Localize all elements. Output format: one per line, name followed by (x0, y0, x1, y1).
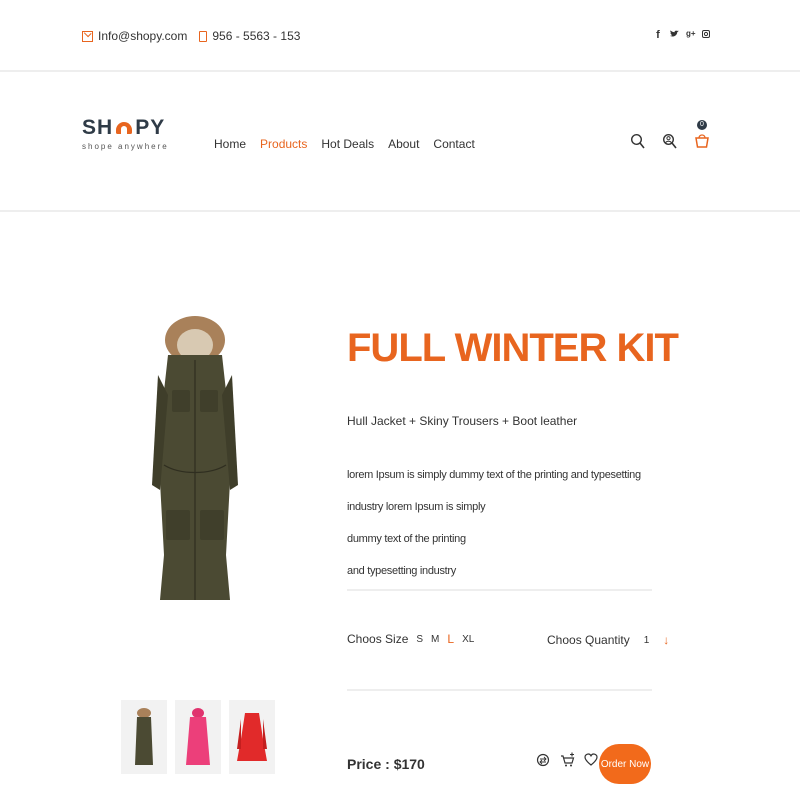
email-link[interactable]: Info@shopy.com (98, 29, 187, 43)
logo-text-right: PY (135, 116, 166, 139)
contact-info: Info@shopy.com 956 - 5563 - 153 (82, 29, 300, 43)
size-option-l[interactable]: L (447, 632, 454, 646)
product-thumbnails (121, 700, 275, 774)
divider (347, 689, 652, 691)
nav-home[interactable]: Home (214, 137, 246, 151)
facebook-icon[interactable]: f (654, 29, 662, 41)
nav-products[interactable]: Products (260, 137, 307, 151)
size-label: Choos Size (347, 632, 409, 646)
main-nav: Home Products Hot Deals About Contact (214, 137, 475, 151)
size-option-s[interactable]: S (416, 634, 423, 645)
wishlist-heart-icon[interactable] (584, 752, 598, 768)
thumbnail-red-coat[interactable] (229, 700, 275, 774)
quantity-value[interactable]: 1 (644, 635, 650, 646)
description-line: and typesetting industry (347, 565, 456, 577)
search-icon[interactable] (630, 132, 646, 150)
logo-text-left: SH (82, 116, 114, 139)
user-search-icon[interactable] (662, 132, 678, 150)
nav-hot-deals[interactable]: Hot Deals (321, 137, 374, 151)
cart-count-badge: 0 (697, 120, 707, 130)
add-to-cart-icon[interactable] (560, 752, 575, 768)
thumbnail-olive-parka[interactable] (121, 700, 167, 774)
compare-icon[interactable] (536, 752, 550, 768)
google-plus-icon[interactable]: g+ (686, 29, 696, 41)
divider (347, 589, 652, 591)
logo-hat-icon (114, 121, 134, 135)
size-option-m[interactable]: M (431, 634, 439, 645)
size-selector: Choos Size S M L XL (347, 632, 474, 646)
header-icons: 0 (630, 120, 710, 150)
logo-tagline: shope anywhere (82, 142, 169, 151)
thumbnail-pink-coat[interactable] (175, 700, 221, 774)
instagram-icon[interactable] (702, 29, 710, 41)
social-links: f g+ (654, 29, 710, 41)
brand-logo[interactable]: SH PY shope anywhere (82, 116, 169, 151)
description-line: dummy text of the printing (347, 533, 466, 545)
twitter-icon[interactable] (670, 29, 679, 41)
quantity-stepper[interactable]: ↓ (663, 633, 669, 647)
top-bar: Info@shopy.com 956 - 5563 - 153 f g+ (0, 0, 800, 72)
quantity-label: Choos Quantity (547, 633, 630, 647)
cart-icon[interactable]: 0 (694, 120, 710, 150)
product-description: lorem Ipsum is simply dummy text of the … (347, 459, 657, 587)
nav-contact[interactable]: Contact (433, 137, 474, 151)
phone-number[interactable]: 956 - 5563 - 153 (212, 29, 300, 43)
quantity-selector: Choos Quantity 1 ↓ (547, 633, 669, 647)
order-now-button[interactable]: Order Now (599, 744, 651, 784)
description-line: lorem Ipsum is simply dummy text of the … (347, 469, 641, 513)
product-actions (536, 752, 598, 768)
main-header: SH PY shope anywhere Home Products Hot D… (0, 74, 800, 212)
phone-icon (199, 30, 208, 42)
product-main-image (150, 315, 240, 610)
mail-icon (82, 30, 93, 42)
size-option-xl[interactable]: XL (462, 634, 474, 645)
product-title: FULL WINTER KIT (347, 326, 679, 370)
nav-about[interactable]: About (388, 137, 419, 151)
product-subtitle: Hull Jacket + Skiny Trousers + Boot leat… (347, 414, 578, 428)
product-price: Price : $170 (347, 756, 425, 772)
